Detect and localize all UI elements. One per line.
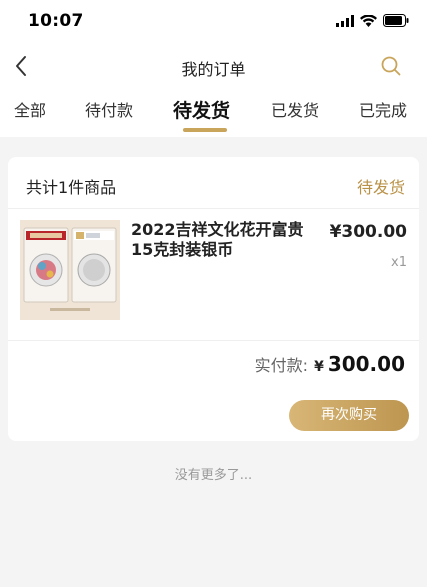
page-title: 我的订单: [181, 60, 246, 79]
divider: [8, 340, 419, 341]
paid-amount: 300.00: [327, 352, 405, 376]
coin-package-image: [20, 220, 120, 320]
tab-all[interactable]: 全部: [14, 97, 46, 121]
order-tabs: 全部 待付款 待发货 已发货 已完成: [0, 88, 427, 136]
wifi-icon: [360, 14, 377, 27]
order-card-header: 共计1件商品 待发货: [8, 157, 419, 209]
product-image[interactable]: [20, 220, 120, 320]
order-status: 待发货: [356, 178, 405, 197]
header-area: 10:07 我的订单 全部 待付款 待发货 已发货 已完成: [0, 0, 427, 137]
paid-amount-row: 实付款: ¥ 300.00: [255, 352, 405, 376]
system-icons: [336, 14, 409, 27]
status-bar: 10:07: [0, 0, 427, 44]
tab-pending-shipment[interactable]: 待发货: [173, 96, 230, 123]
signal-icon: [336, 14, 354, 27]
search-icon[interactable]: [379, 54, 403, 78]
active-tab-indicator: [183, 128, 227, 132]
order-card[interactable]: 共计1件商品 待发货 2022吉祥文化花开富贵15克封装银币 ¥300.00 x…: [8, 157, 419, 441]
buy-again-button[interactable]: 再次购买: [289, 400, 409, 431]
battery-icon: [383, 14, 409, 27]
status-time: 10:07: [28, 11, 84, 31]
nav-bar: 我的订单: [0, 44, 427, 88]
tab-shipped[interactable]: 已发货: [271, 97, 319, 121]
tab-pending-payment[interactable]: 待付款: [85, 97, 133, 121]
no-more-text: 没有更多了...: [174, 468, 253, 483]
product-name[interactable]: 2022吉祥文化花开富贵15克封装银币: [131, 220, 311, 260]
item-count: 共计1件商品: [26, 178, 117, 197]
paid-currency: ¥: [314, 359, 324, 375]
tab-completed[interactable]: 已完成: [359, 97, 407, 121]
product-price: ¥300.00: [329, 222, 407, 242]
paid-label: 实付款:: [254, 356, 309, 375]
product-quantity: x1: [391, 255, 407, 270]
